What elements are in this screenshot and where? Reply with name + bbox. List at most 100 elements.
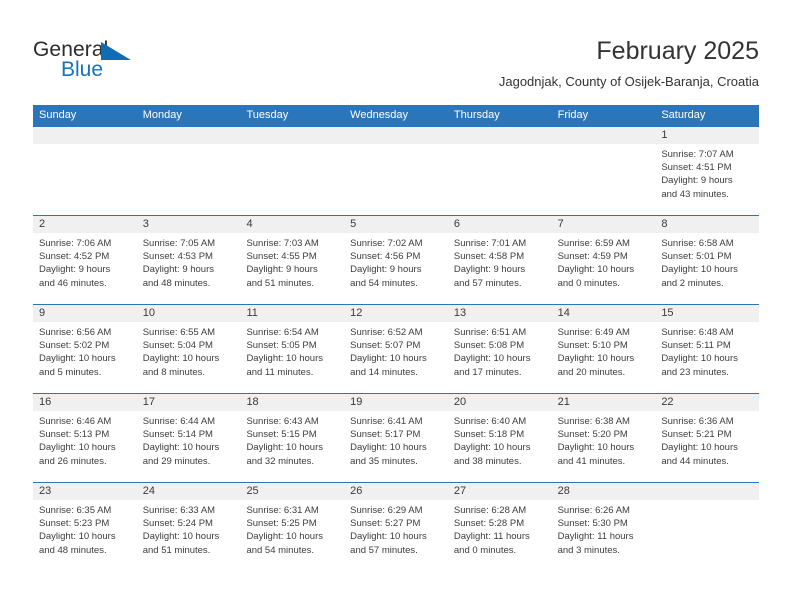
sunset-text: Sunset: 5:24 PM — [142, 518, 213, 530]
calendar-day-cell[interactable]: 8 Sunrise: 6:58 AM Sunset: 5:01 PM Daylight… — [655, 216, 759, 304]
sunrise-text: Sunrise: 6:44 AM — [142, 416, 216, 427]
calendar-day-cell[interactable]: 21 Sunrise: 6:38 AM Sunset: 5:20 PM Dayligh… — [552, 394, 656, 482]
daylight-text-line2: and 54 minutes. — [350, 277, 418, 289]
daylight-text-line2: and 48 minutes. — [142, 277, 211, 289]
calendar-day-cell[interactable]: 14 Sunrise: 6:49 AM Sunset: 5:10 PM Dayligh… — [552, 305, 656, 393]
sunrise-text: Sunrise: 6:43 AM — [246, 416, 319, 427]
calendar-day-cell[interactable]: 4 Sunrise: 7:03 AM Sunset: 4:55 PM Daylight… — [240, 216, 344, 304]
day-number: 16 — [39, 396, 52, 408]
triangle-icon — [101, 42, 131, 60]
sunset-text: Sunset: 4:55 PM — [246, 251, 317, 263]
sunset-text: Sunset: 4:59 PM — [557, 251, 628, 263]
sunset-text: Sunset: 5:17 PM — [350, 429, 421, 441]
calendar-day-cell[interactable]: 17 Sunrise: 6:44 AM Sunset: 5:14 PM Dayligh… — [137, 394, 241, 482]
day-sun-info: Sunrise: 6:36 AM Sunset: 5:21 PM Daylight:… — [661, 415, 755, 468]
day-sun-info: Sunrise: 7:05 AM Sunset: 4:53 PM Daylight:… — [143, 237, 237, 290]
sunset-text: Sunset: 4:58 PM — [453, 251, 525, 263]
calendar-day-cell-empty — [552, 127, 656, 215]
day-number: 12 — [350, 307, 363, 319]
day-sun-info: Sunrise: 7:01 AM Sunset: 4:58 PM Daylight:… — [454, 237, 548, 290]
calendar-day-cell-empty — [137, 127, 241, 215]
calendar-day-cell[interactable]: 3 Sunrise: 7:05 AM Sunset: 4:53 PM Daylight… — [137, 216, 241, 304]
calendar-day-cell[interactable]: 11 Sunrise: 6:54 AM Sunset: 5:05 PM Dayligh… — [240, 305, 344, 393]
daylight-text-line2: and 57 minutes. — [350, 544, 418, 556]
calendar-day-cell[interactable]: 28 Sunrise: 6:26 AM Sunset: 5:30 PM Dayligh… — [552, 483, 656, 571]
sunrise-text: Sunrise: 6:59 AM — [557, 238, 630, 249]
sunrise-text: Sunrise: 6:51 AM — [453, 327, 527, 338]
sunset-text: Sunset: 5:25 PM — [246, 518, 317, 530]
calendar-day-cell[interactable]: 22 Sunrise: 6:36 AM Sunset: 5:21 PM Dayligh… — [655, 394, 759, 482]
sunrise-text: Sunrise: 7:06 AM — [39, 238, 112, 249]
calendar-day-cell[interactable]: 26 Sunrise: 6:29 AM Sunset: 5:27 PM Dayligh… — [344, 483, 448, 571]
calendar-day-cell[interactable]: 23 Sunrise: 6:35 AM Sunset: 5:23 PM Dayligh… — [33, 483, 137, 571]
weekday-header-tuesday: Tuesday — [246, 109, 289, 121]
calendar-day-cell[interactable]: 13 Sunrise: 6:51 AM Sunset: 5:08 PM Dayligh… — [448, 305, 552, 393]
sunset-text: Sunset: 4:53 PM — [142, 251, 213, 263]
sunrise-text: Sunrise: 6:46 AM — [39, 416, 112, 427]
calendar-day-cell[interactable]: 1 Sunrise: 7:07 AM Sunset: 4:51 PM Daylight… — [655, 127, 759, 215]
daylight-text-line1: Daylight: 10 hours — [39, 353, 116, 365]
calendar-day-cell[interactable]: 6 Sunrise: 7:01 AM Sunset: 4:58 PM Daylight… — [448, 216, 552, 304]
calendar-day-cell[interactable]: 19 Sunrise: 6:41 AM Sunset: 5:17 PM Dayligh… — [344, 394, 448, 482]
calendar-day-cell-empty — [344, 127, 448, 215]
calendar-weeks: 1 Sunrise: 7:07 AM Sunset: 4:51 PM Daylight… — [33, 126, 759, 571]
daylight-text-line1: Daylight: 10 hours — [350, 353, 427, 365]
sunset-text: Sunset: 5:11 PM — [661, 340, 731, 352]
day-number: 15 — [661, 307, 674, 319]
day-number: 1 — [661, 129, 668, 141]
daylight-text-line2: and 23 minutes. — [661, 366, 729, 378]
day-number: 7 — [557, 218, 564, 230]
daylight-text-line2: and 17 minutes. — [453, 366, 522, 378]
sunset-text: Sunset: 5:10 PM — [557, 340, 628, 352]
daylight-text-line2: and 44 minutes. — [661, 455, 729, 467]
sunrise-text: Sunrise: 6:52 AM — [350, 327, 423, 338]
day-sun-info: Sunrise: 6:56 AM Sunset: 5:02 PM Daylight:… — [39, 326, 133, 379]
day-sun-info: Sunrise: 6:33 AM Sunset: 5:24 PM Daylight:… — [143, 504, 237, 557]
calendar-day-cell[interactable]: 18 Sunrise: 6:43 AM Sunset: 5:15 PM Dayligh… — [240, 394, 344, 482]
daylight-text-line2: and 43 minutes. — [661, 188, 729, 200]
day-sun-info: Sunrise: 6:49 AM Sunset: 5:10 PM Daylight:… — [558, 326, 652, 379]
daylight-text-line2: and 46 minutes. — [39, 277, 107, 289]
daylight-text-line1: Daylight: 10 hours — [246, 442, 324, 454]
daylight-text-line2: and 51 minutes. — [246, 277, 315, 289]
calendar-day-cell[interactable]: 25 Sunrise: 6:31 AM Sunset: 5:25 PM Dayligh… — [240, 483, 344, 571]
sunrise-text: Sunrise: 6:55 AM — [142, 327, 216, 338]
calendar-day-cell-empty — [448, 127, 552, 215]
sunrise-text: Sunrise: 6:28 AM — [453, 505, 527, 516]
daylight-text-line2: and 14 minutes. — [350, 366, 418, 378]
day-sun-info: Sunrise: 6:35 AM Sunset: 5:23 PM Daylight:… — [39, 504, 133, 557]
daylight-text-line2: and 26 minutes. — [39, 455, 107, 467]
daylight-text-line1: Daylight: 10 hours — [350, 442, 427, 454]
calendar-day-cell[interactable]: 12 Sunrise: 6:52 AM Sunset: 5:07 PM Dayligh… — [344, 305, 448, 393]
calendar-day-cell[interactable]: 16 Sunrise: 6:46 AM Sunset: 5:13 PM Dayligh… — [33, 394, 137, 482]
sunrise-text: Sunrise: 6:49 AM — [557, 327, 630, 338]
calendar-day-cell[interactable]: 7 Sunrise: 6:59 AM Sunset: 4:59 PM Daylight… — [552, 216, 656, 304]
sunset-text: Sunset: 5:01 PM — [661, 251, 732, 263]
calendar-day-cell[interactable]: 27 Sunrise: 6:28 AM Sunset: 5:28 PM Dayligh… — [448, 483, 552, 571]
calendar-day-cell[interactable]: 10 Sunrise: 6:55 AM Sunset: 5:04 PM Dayligh… — [137, 305, 241, 393]
calendar-day-cell[interactable]: 24 Sunrise: 6:33 AM Sunset: 5:24 PM Dayligh… — [137, 483, 241, 571]
day-number: 9 — [39, 307, 46, 319]
calendar-day-cell[interactable]: 2 Sunrise: 7:06 AM Sunset: 4:52 PM Daylight… — [33, 216, 137, 304]
calendar-week-row: 2 Sunrise: 7:06 AM Sunset: 4:52 PM Daylight… — [33, 215, 759, 304]
daylight-text-line1: Daylight: 10 hours — [39, 531, 116, 543]
daylight-text-line1: Daylight: 10 hours — [142, 531, 220, 543]
sunrise-text: Sunrise: 6:58 AM — [661, 238, 734, 249]
day-number: 11 — [246, 307, 258, 319]
general-blue-logo[interactable]: General Blue — [33, 38, 233, 86]
calendar-day-cell[interactable]: 9 Sunrise: 6:56 AM Sunset: 5:02 PM Daylight… — [33, 305, 137, 393]
calendar-day-cell[interactable]: 5 Sunrise: 7:02 AM Sunset: 4:56 PM Daylight… — [344, 216, 448, 304]
calendar-week-cells: 23 Sunrise: 6:35 AM Sunset: 5:23 PM Dayligh… — [33, 483, 759, 571]
daylight-text-line1: Daylight: 9 hours — [246, 264, 318, 276]
calendar-day-cell[interactable]: 20 Sunrise: 6:40 AM Sunset: 5:18 PM Dayligh… — [448, 394, 552, 482]
day-sun-info: Sunrise: 6:58 AM Sunset: 5:01 PM Daylight:… — [661, 237, 755, 290]
calendar-day-cell[interactable]: 15 Sunrise: 6:48 AM Sunset: 5:11 PM Dayligh… — [655, 305, 759, 393]
sunset-text: Sunset: 5:28 PM — [453, 518, 525, 530]
day-number: 21 — [557, 396, 570, 408]
page-title: February 2025 — [596, 37, 759, 65]
daylight-text-line2: and 51 minutes. — [142, 544, 211, 556]
title-block: February 2025 Jagodnjak, County of Osije… — [499, 36, 759, 90]
day-number: 17 — [142, 396, 155, 408]
day-sun-info: Sunrise: 6:28 AM Sunset: 5:28 PM Daylight:… — [454, 504, 548, 557]
calendar-week-row: 1 Sunrise: 7:07 AM Sunset: 4:51 PM Daylight… — [33, 126, 759, 215]
